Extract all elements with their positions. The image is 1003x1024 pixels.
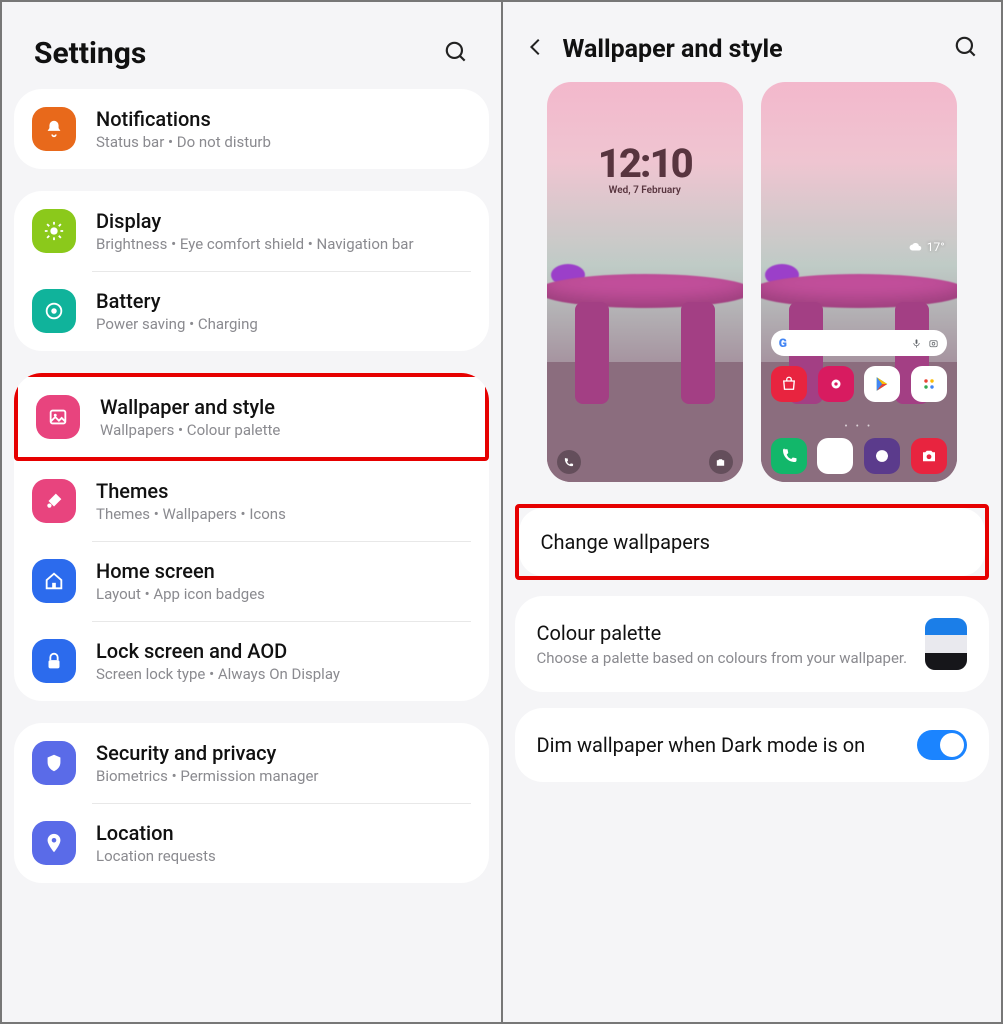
search-button[interactable] — [953, 34, 979, 64]
highlight-box: Change wallpapers — [515, 504, 990, 580]
sun-icon — [32, 209, 76, 253]
home-screen-preview[interactable]: 17° G • • • — [761, 82, 957, 482]
row-subtitle: Screen lock type • Always On Display — [96, 665, 340, 683]
settings-row-notifications[interactable]: Notifications Status bar • Do not distur… — [14, 89, 489, 169]
phone-shortcut-icon — [557, 450, 581, 474]
row-title: Display — [96, 209, 414, 233]
settings-group: Security and privacy Biometrics • Permis… — [14, 723, 489, 883]
row-title: Battery — [96, 289, 258, 313]
settings-screen: Settings Notifications Status bar • Do n… — [2, 2, 501, 1022]
wallpaper-style-screen: Wallpaper and style 12:10 Wed, 7 Februar… — [503, 2, 1002, 1022]
clock-widget: 12:10 Wed, 7 February — [547, 140, 743, 196]
row-title: Lock screen and AOD — [96, 639, 340, 663]
lock-icon — [32, 639, 76, 683]
camera-app-icon — [911, 438, 947, 474]
pin-icon — [32, 821, 76, 865]
wallpaper-header: Wallpaper and style — [503, 2, 1002, 82]
search-icon — [443, 39, 469, 65]
colour-palette-row[interactable]: Colour palette Choose a palette based on… — [515, 596, 990, 692]
row-subtitle: Power saving • Charging — [96, 315, 258, 333]
settings-group: Wallpaper and style Wallpapers • Colour … — [14, 373, 489, 701]
change-wallpapers-row[interactable]: Change wallpapers — [519, 508, 986, 576]
store-app-icon — [771, 366, 807, 402]
row-title: Themes — [96, 479, 286, 503]
search-icon — [953, 34, 979, 60]
settings-row-home[interactable]: Home screen Layout • App icon badges — [14, 541, 489, 621]
row-title: Location — [96, 821, 216, 845]
search-button[interactable] — [443, 39, 469, 69]
settings-row-lock[interactable]: Lock screen and AOD Screen lock type • A… — [14, 621, 489, 701]
battery-icon — [32, 289, 76, 333]
row-subtitle: Status bar • Do not disturb — [96, 133, 271, 151]
phone-app-icon — [771, 438, 807, 474]
row-title: Security and privacy — [96, 741, 319, 765]
dim-wallpaper-row[interactable]: Dim wallpaper when Dark mode is on — [515, 708, 990, 782]
google-folder-icon — [911, 366, 947, 402]
google-logo-icon: G — [779, 336, 787, 350]
mic-icon — [911, 338, 922, 349]
settings-row-security[interactable]: Security and privacy Biometrics • Permis… — [14, 723, 489, 803]
settings-group: Notifications Status bar • Do not distur… — [14, 89, 489, 169]
settings-header: Settings — [2, 2, 501, 89]
row-title: Home screen — [96, 559, 265, 583]
app-grid — [771, 366, 947, 402]
camera-shortcut-icon — [709, 450, 733, 474]
gallery-app-icon — [818, 366, 854, 402]
settings-row-battery[interactable]: Battery Power saving • Charging — [14, 271, 489, 351]
dock — [771, 438, 947, 474]
shield-icon — [32, 741, 76, 785]
lens-icon — [928, 338, 939, 349]
row-subtitle: Biometrics • Permission manager — [96, 767, 319, 785]
row-subtitle: Layout • App icon badges — [96, 585, 265, 603]
home-icon — [32, 559, 76, 603]
image-icon — [36, 395, 80, 439]
lock-screen-preview[interactable]: 12:10 Wed, 7 February — [547, 82, 743, 482]
row-subtitle: Themes • Wallpapers • Icons — [96, 505, 286, 523]
back-button[interactable] — [525, 36, 547, 62]
play-store-app-icon — [864, 366, 900, 402]
dim-toggle[interactable] — [917, 730, 967, 760]
wallpaper-previews: 12:10 Wed, 7 February 17° G — [503, 82, 1002, 504]
settings-row-location[interactable]: Location Location requests — [14, 803, 489, 883]
settings-row-themes[interactable]: Themes Themes • Wallpapers • Icons — [14, 461, 489, 541]
internet-app-icon — [864, 438, 900, 474]
page-title: Settings — [34, 36, 146, 71]
weather-widget: 17° — [909, 240, 945, 254]
row-subtitle: Brightness • Eye comfort shield • Naviga… — [96, 235, 414, 253]
settings-row-display[interactable]: Display Brightness • Eye comfort shield … — [14, 191, 489, 271]
settings-row-wallpaper[interactable]: Wallpaper and style Wallpapers • Colour … — [18, 377, 485, 457]
google-search-bar: G — [771, 330, 947, 356]
bell-icon — [32, 107, 76, 151]
row-title: Wallpaper and style — [100, 395, 280, 419]
row-subtitle: Location requests — [96, 847, 216, 865]
page-indicator: • • • — [761, 422, 957, 432]
cloud-icon — [909, 240, 923, 254]
chevron-left-icon — [525, 36, 547, 58]
brush-icon — [32, 479, 76, 523]
settings-group: Display Brightness • Eye comfort shield … — [14, 191, 489, 351]
palette-preview-icon — [925, 618, 967, 670]
row-title: Notifications — [96, 107, 271, 131]
highlight-box: Wallpaper and style Wallpapers • Colour … — [14, 373, 489, 461]
page-title: Wallpaper and style — [563, 35, 938, 64]
messages-app-icon — [817, 438, 853, 474]
row-subtitle: Wallpapers • Colour palette — [100, 421, 280, 439]
